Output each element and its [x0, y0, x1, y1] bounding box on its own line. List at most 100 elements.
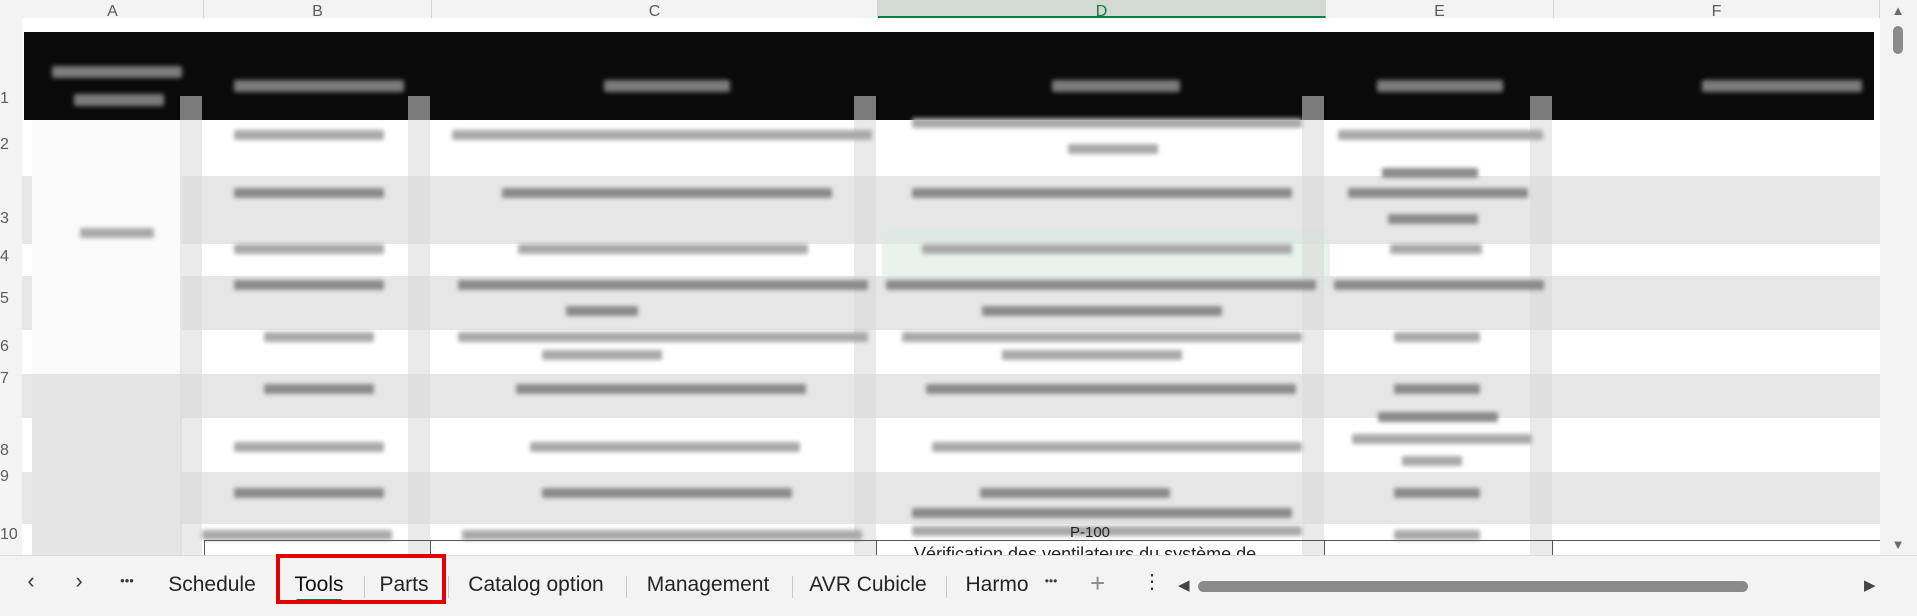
filter-handle[interactable] [408, 96, 430, 555]
cell-text [452, 130, 872, 140]
cell-text [264, 332, 374, 342]
selected-cell-highlight [882, 228, 1330, 284]
cell-text [982, 306, 1222, 316]
cell-text [502, 188, 832, 198]
more-vertical-icon[interactable]: ⋮ [1142, 569, 1162, 594]
filter-handle[interactable] [180, 96, 202, 555]
row-header-5[interactable]: 5 [0, 290, 22, 308]
cell-text [234, 188, 384, 198]
chevron-right-icon[interactable]: › [64, 566, 94, 596]
horizontal-scrollbar[interactable]: ◀ ▶ [1178, 576, 1878, 596]
cell-text [234, 244, 384, 254]
sheet-tab-catalog-option[interactable]: Catalog option [456, 570, 616, 600]
cell-text [462, 530, 862, 540]
column-header-e[interactable]: E [1326, 0, 1554, 18]
cell-grid[interactable]: P-100 Vérification des ventilateurs du s… [22, 18, 1880, 555]
more-horizontal-icon[interactable]: ••• [112, 566, 142, 596]
filter-handle[interactable] [1530, 96, 1552, 555]
row-header-2[interactable]: 2 [0, 136, 22, 154]
header-label-a2 [74, 94, 164, 106]
horizontal-scroll-thumb[interactable] [1198, 581, 1748, 592]
chevron-left-icon[interactable]: ‹ [16, 566, 46, 596]
cell-d10-text: Vérification des ventilateurs du système… [914, 544, 1257, 555]
cell-text [566, 306, 638, 316]
cell-a-label [80, 228, 154, 238]
column-header-c[interactable]: C [432, 0, 878, 18]
tab-divider [626, 576, 627, 598]
cell-text [1378, 412, 1498, 422]
cell-text [234, 488, 384, 498]
tab-divider [946, 576, 947, 598]
cell-text [1402, 456, 1462, 466]
col-border [204, 540, 205, 555]
cell-text [1394, 488, 1480, 498]
cell-text [912, 118, 1302, 128]
scroll-right-arrow-icon[interactable]: ▶ [1864, 576, 1876, 594]
vertical-scroll-thumb[interactable] [1893, 26, 1903, 54]
cell-text [912, 508, 1292, 518]
table-header-bar [24, 32, 1874, 120]
scroll-down-arrow-icon[interactable]: ▼ [1891, 538, 1905, 552]
sheet-tab-management[interactable]: Management [634, 570, 782, 600]
row-header-column: 1 2 3 4 5 6 7 8 9 10 [0, 18, 23, 555]
row-header-10[interactable]: 10 [0, 526, 22, 544]
cell-text [1338, 130, 1543, 140]
row-header-9[interactable]: 9 [0, 468, 22, 486]
sheet-tab-harmo[interactable]: Harmo [954, 570, 1040, 600]
cell-text [234, 280, 384, 290]
merged-cell-a-lower [32, 374, 182, 555]
plus-icon[interactable]: + [1090, 568, 1105, 599]
sheet-tab-schedule[interactable]: Schedule [158, 570, 266, 600]
filter-handle[interactable] [1302, 96, 1324, 555]
col-border [876, 540, 877, 555]
cell-text [530, 442, 800, 452]
row-header-6[interactable]: 6 [0, 338, 22, 356]
scroll-left-arrow-icon[interactable]: ◀ [1178, 576, 1190, 594]
column-header-b[interactable]: B [204, 0, 432, 18]
row-header-7[interactable]: 7 [0, 370, 22, 388]
cell-text [234, 442, 384, 452]
header-label-a [52, 66, 182, 78]
col-border [1324, 540, 1325, 555]
cell-text [902, 332, 1302, 342]
cell-text [1394, 530, 1480, 540]
column-header-d[interactable]: D [878, 0, 1326, 18]
sheet-tab-avr-cubicle[interactable]: AVR Cubicle [800, 570, 936, 600]
cell-text [1002, 350, 1182, 360]
column-header-f[interactable]: F [1554, 0, 1880, 18]
merged-cell-a [32, 118, 182, 374]
row-header-8[interactable]: 8 [0, 442, 22, 460]
more-horizontal-icon[interactable]: ••• [1036, 566, 1066, 596]
tab-divider [448, 576, 449, 598]
cell-text [922, 244, 1292, 254]
header-label-e [1377, 80, 1503, 92]
row-header-4[interactable]: 4 [0, 248, 22, 266]
cell-text [980, 488, 1170, 498]
scroll-up-arrow-icon[interactable]: ▲ [1891, 4, 1905, 18]
cell-text [264, 384, 374, 394]
cell-text [1394, 384, 1480, 394]
cell-text [516, 384, 806, 394]
cell-text [458, 280, 868, 290]
cell-text [458, 332, 868, 342]
row-header-1[interactable]: 1 [0, 90, 22, 108]
filter-handle[interactable] [854, 96, 876, 555]
cell-text [234, 130, 384, 140]
cell-text [1068, 144, 1158, 154]
column-header-a[interactable]: A [22, 0, 204, 18]
cell-text [1390, 244, 1482, 254]
cell-d10-code: P-100 [1070, 524, 1111, 541]
cell-text [518, 244, 808, 254]
col-border [430, 540, 431, 555]
cell-text [912, 188, 1292, 198]
cell-text [1334, 280, 1544, 290]
cell-text [932, 442, 1302, 452]
vertical-scrollbar[interactable]: ▲ ▼ [1880, 0, 1917, 555]
tab-divider [792, 576, 793, 598]
highlight-box [276, 554, 446, 604]
cell-text [202, 530, 392, 540]
header-label-f [1702, 80, 1862, 92]
row-header-3[interactable]: 3 [0, 210, 22, 228]
cell-text [542, 350, 662, 360]
cell-text [886, 280, 1316, 290]
